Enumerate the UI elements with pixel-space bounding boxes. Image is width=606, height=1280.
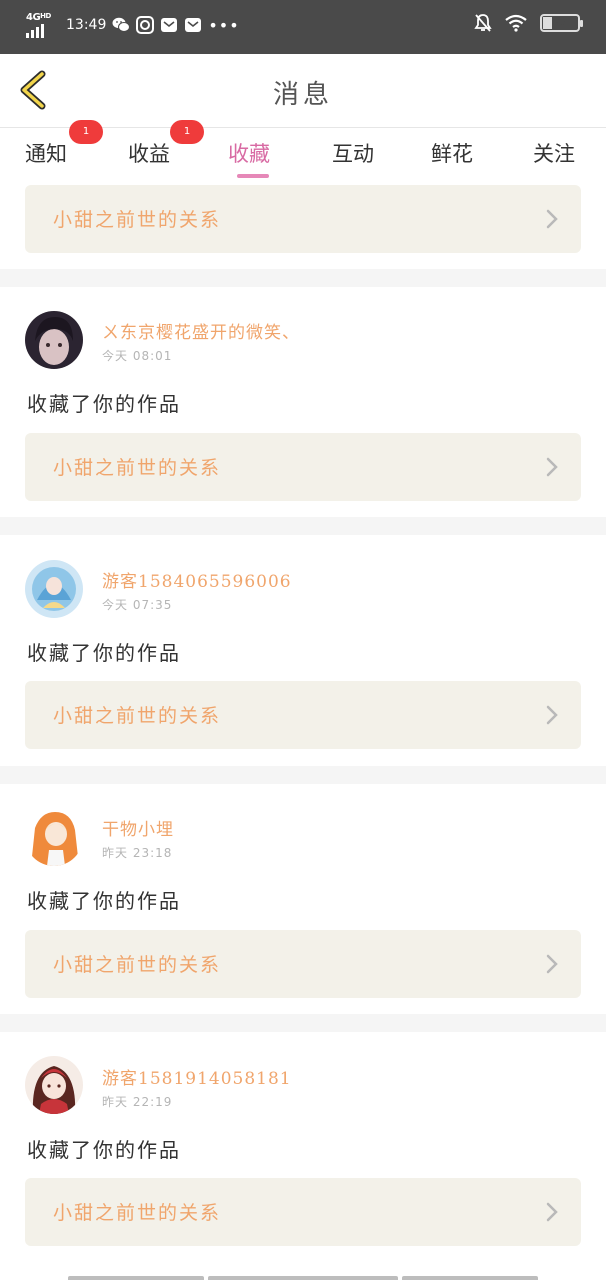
- chevron-right-icon: [546, 954, 558, 974]
- username[interactable]: 游客1584065596006: [102, 567, 292, 592]
- work-title: 小甜之前世的关系: [53, 954, 222, 976]
- work-card[interactable]: 小甜之前世的关系: [25, 681, 581, 749]
- username[interactable]: 游客1581914058181: [102, 1064, 292, 1089]
- timestamp: 昨天 23:18: [102, 846, 173, 860]
- network-sup: HD: [40, 12, 51, 20]
- user-avatar-image: [25, 1056, 83, 1114]
- app-icon: [136, 16, 155, 34]
- status-left: 4GHD 13:49 •••: [26, 12, 240, 38]
- battery-icon: 25: [540, 14, 583, 32]
- tab-interactions[interactable]: 互动: [332, 138, 374, 168]
- chevron-right-icon: [546, 457, 558, 477]
- tab-flowers[interactable]: 鲜花: [431, 138, 473, 168]
- avatar[interactable]: [25, 808, 83, 866]
- divider: [0, 766, 606, 784]
- network-type: 4G: [26, 12, 41, 23]
- bell-muted-icon: [474, 14, 492, 32]
- header: 消息: [0, 54, 606, 128]
- tab-earnings[interactable]: 收益: [128, 138, 170, 168]
- avatar[interactable]: [25, 1056, 83, 1114]
- nav-indicator: [402, 1276, 538, 1280]
- work-title: 小甜之前世的关系: [53, 705, 222, 727]
- chevron-right-icon: [546, 705, 558, 725]
- mail-icon: [160, 16, 178, 34]
- nav-indicator: [68, 1276, 204, 1280]
- avatar[interactable]: [25, 311, 83, 369]
- tab-favorites[interactable]: 收藏: [228, 138, 270, 168]
- avatar[interactable]: [25, 560, 83, 618]
- work-title: 小甜之前世的关系: [53, 457, 222, 479]
- work-card[interactable]: 小甜之前世的关系: [25, 433, 581, 501]
- user-avatar-image: [25, 311, 83, 369]
- work-card[interactable]: 小甜之前世的关系: [25, 930, 581, 998]
- tab-follows[interactable]: 关注: [533, 138, 575, 168]
- tab-notifications[interactable]: 通知: [25, 138, 67, 168]
- divider: [0, 269, 606, 287]
- work-title: 小甜之前世的关系: [53, 1202, 222, 1224]
- action-text: 收藏了你的作品: [27, 1138, 181, 1162]
- earnings-badge: 1: [170, 120, 204, 144]
- nav-indicator: [208, 1276, 398, 1280]
- status-time: 13:49: [66, 17, 107, 33]
- timestamp: 今天 08:01: [102, 349, 173, 363]
- chevron-right-icon: [546, 209, 558, 229]
- timestamp: 今天 07:35: [102, 598, 173, 612]
- work-card[interactable]: 小甜之前世的关系: [25, 185, 581, 253]
- username[interactable]: ㄨ东京樱花盛开的微笑、: [102, 318, 300, 343]
- user-avatar-image: [25, 560, 83, 618]
- battery-level: 25: [554, 18, 566, 28]
- divider: [0, 1014, 606, 1032]
- notifications-badge: 1: [69, 120, 103, 144]
- action-text: 收藏了你的作品: [27, 392, 181, 416]
- wifi-icon: [504, 14, 528, 32]
- work-title: 小甜之前世的关系: [53, 209, 222, 231]
- signal-icon: 4GHD: [26, 12, 56, 38]
- username[interactable]: 干物小埋: [102, 815, 174, 840]
- status-right: 25: [474, 14, 583, 32]
- action-text: 收藏了你的作品: [27, 889, 181, 913]
- page-title: 消息: [272, 80, 333, 110]
- active-tab-indicator: [237, 174, 269, 178]
- work-card[interactable]: 小甜之前世的关系: [25, 1178, 581, 1246]
- wechat-icon: [112, 16, 131, 34]
- action-text: 收藏了你的作品: [27, 641, 181, 665]
- timestamp: 昨天 22:19: [102, 1095, 173, 1109]
- user-avatar-image: [25, 808, 83, 866]
- status-bar: 4GHD 13:49 ••• 25: [0, 0, 606, 54]
- mail-icon-2: [184, 16, 202, 34]
- chevron-right-icon: [546, 1202, 558, 1222]
- divider: [0, 517, 606, 535]
- more-notifications-icon: •••: [208, 15, 240, 35]
